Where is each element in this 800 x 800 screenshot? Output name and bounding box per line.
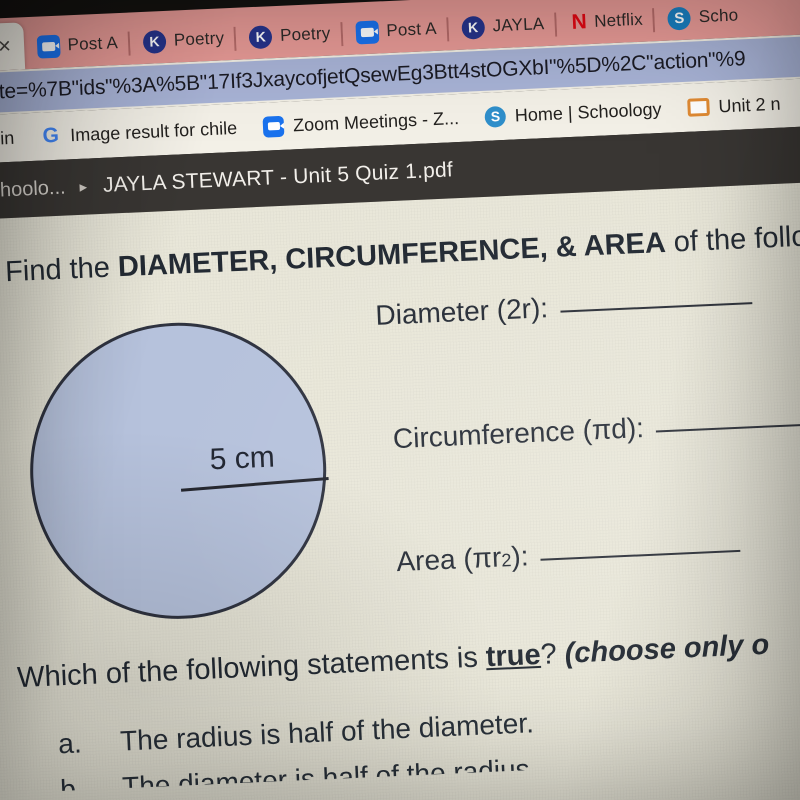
radius-label: 5 cm bbox=[209, 440, 276, 477]
q2-emphasis: true bbox=[485, 638, 542, 674]
question-2: Which of the following statements is tru… bbox=[17, 629, 770, 695]
tab-post-a-2[interactable]: Post A bbox=[341, 6, 450, 55]
circle-shape bbox=[23, 316, 333, 626]
heading-suffix: of the followi bbox=[673, 219, 800, 259]
choice-a[interactable]: a. The radius is half of the diameter. bbox=[58, 707, 535, 760]
prompt-diameter: Diameter (2r): bbox=[375, 283, 753, 332]
tab-schoology[interactable]: S Scho bbox=[654, 0, 751, 41]
bookmark-label: Zoom Meetings - Z... bbox=[292, 107, 460, 135]
answer-blank-circumference[interactable] bbox=[656, 420, 800, 433]
bookmark-login[interactable]: AC Login bbox=[0, 127, 28, 152]
answer-blank-area[interactable] bbox=[540, 549, 741, 561]
bookmark-zoom-meetings[interactable]: Zoom Meetings - Z... bbox=[250, 107, 473, 138]
chevron-right-icon: ▸ bbox=[79, 178, 88, 196]
browser-window: K JA ✕ Post A K Poetry K Poetry bbox=[0, 0, 800, 800]
bookmark-label: Unit 2 n bbox=[717, 93, 781, 116]
tab-label: JAYLA bbox=[492, 14, 545, 36]
q2-italic: (choose only o bbox=[564, 628, 770, 670]
answer-blank-diameter[interactable] bbox=[560, 302, 753, 313]
prompt-label: Diameter (2r): bbox=[374, 292, 549, 331]
bookmark-label: Image result for chile bbox=[69, 117, 238, 145]
choice-b[interactable]: b. The diameter is half of the radius. bbox=[60, 753, 538, 800]
tab-post-a-1[interactable]: Post A bbox=[23, 21, 131, 70]
choice-text: The radius is half of the diameter. bbox=[119, 707, 535, 757]
kami-icon: K bbox=[142, 29, 167, 54]
bookmark-unit-2[interactable]: Unit 2 n bbox=[674, 93, 794, 119]
bookmark-label: Login bbox=[0, 127, 15, 150]
tab-label: Poetry bbox=[173, 28, 225, 50]
prompt-area: Area (πr 2): bbox=[396, 531, 741, 578]
tab-netflix[interactable]: N Netflix bbox=[555, 0, 656, 46]
tab-label: Post A bbox=[67, 33, 119, 55]
tab-label: Poetry bbox=[279, 23, 331, 45]
question-heading: Find the DIAMETER, CIRCUMFERENCE, & AREA… bbox=[4, 219, 800, 289]
prompt-label-tail: ): bbox=[510, 540, 530, 573]
q2-prefix: Which of the following statements is bbox=[16, 641, 487, 695]
folder-icon bbox=[687, 97, 710, 117]
worksheet-page: Find the DIAMETER, CIRCUMFERENCE, & AREA… bbox=[0, 178, 800, 800]
bookmark-home-schoology[interactable]: S Home | Schoology bbox=[471, 98, 674, 128]
zoom-icon bbox=[262, 115, 285, 138]
kami-icon: K bbox=[248, 24, 273, 49]
schoology-icon: S bbox=[484, 105, 507, 128]
bookmark-label: Home | Schoology bbox=[514, 98, 662, 125]
tab-label: Post A bbox=[385, 18, 438, 41]
q2-middle: ? bbox=[539, 637, 566, 671]
prompt-circumference: Circumference (πd): bbox=[392, 401, 800, 455]
schoology-icon: S bbox=[667, 6, 692, 31]
heading-bold: DIAMETER, CIRCUMFERENCE, & AREA bbox=[117, 226, 667, 284]
close-icon[interactable]: ✕ bbox=[0, 36, 12, 57]
choice-letter: b. bbox=[59, 773, 85, 800]
tab-label: Netflix bbox=[593, 9, 644, 31]
netflix-icon: N bbox=[571, 10, 585, 34]
kami-icon: K bbox=[461, 15, 486, 40]
tab-jayla[interactable]: K JAYLA bbox=[448, 2, 558, 51]
tab-label: Scho bbox=[698, 5, 739, 27]
tab-ja[interactable]: K JA ✕ bbox=[0, 22, 25, 74]
tab-poetry-2[interactable]: K Poetry bbox=[235, 11, 343, 60]
choice-text: The diameter is half of the radius. bbox=[121, 753, 539, 800]
zoom-icon bbox=[36, 34, 61, 59]
tab-poetry-1[interactable]: K Poetry bbox=[129, 16, 237, 65]
heading-prefix: Find the bbox=[4, 251, 119, 289]
document-title: JAYLA STEWART - Unit 5 Quiz 1.pdf bbox=[102, 158, 454, 197]
circle-figure: 5 cm bbox=[23, 316, 337, 629]
bookmark-image-result[interactable]: G Image result for chile bbox=[27, 117, 251, 148]
choice-letter: a. bbox=[57, 727, 83, 760]
google-icon: G bbox=[42, 123, 60, 148]
breadcrumb[interactable]: hi Schoolo... bbox=[0, 176, 66, 205]
zoom-icon bbox=[354, 19, 379, 44]
prompt-label: Area (πr bbox=[395, 541, 502, 578]
screen-photo: K JA ✕ Post A K Poetry K Poetry bbox=[0, 0, 800, 800]
prompt-label: Circumference (πd): bbox=[392, 412, 645, 455]
